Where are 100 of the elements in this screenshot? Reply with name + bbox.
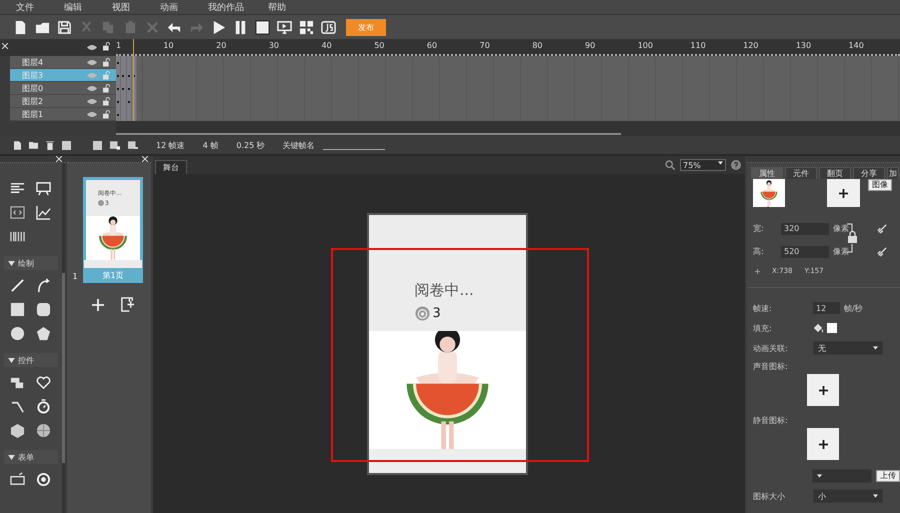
layer-row[interactable]: 图层0 [10, 82, 116, 95]
width-field[interactable]: 320 [781, 222, 829, 234]
line-tool-icon[interactable] [10, 278, 25, 293]
lock-icon[interactable] [103, 58, 111, 66]
stopwatch-tool-icon[interactable] [36, 399, 51, 414]
layer-row[interactable]: 图层1 [10, 108, 116, 121]
mute-icon-label: 静音图标: [753, 414, 789, 426]
frame-cell[interactable] [126, 56, 132, 69]
panel-tab[interactable]: 元件 [785, 167, 817, 179]
timer-icon [414, 306, 430, 320]
text-tool-icon[interactable] [10, 181, 25, 196]
layer-name: 图层1 [21, 108, 44, 120]
scrollbar-thumb[interactable] [62, 273, 65, 463]
add-mute-icon-button[interactable] [807, 428, 839, 460]
arc-tool-icon[interactable] [36, 278, 51, 293]
qrcode-icon[interactable] [298, 18, 315, 36]
caret-icon [8, 454, 15, 460]
add-page-icon[interactable] [120, 297, 135, 312]
layer-name: 图层0 [21, 82, 44, 94]
frame-rate-text: 12 帧速 [156, 140, 185, 150]
heart-tool-icon[interactable] [36, 375, 51, 390]
layer-row[interactable]: 图层2 [10, 95, 116, 108]
icon-size-dropdown[interactable]: 小 [813, 489, 883, 503]
lock-icon[interactable] [103, 42, 111, 51]
new-layer-icon[interactable] [14, 140, 21, 150]
stage-page[interactable]: 阅卷中... 3 [366, 212, 528, 474]
image-button[interactable]: 图像 [868, 179, 892, 191]
layer-name: 图层3 [21, 70, 44, 80]
menu-item[interactable]: 动画 [160, 0, 208, 14]
paint-bucket-icon[interactable] [813, 323, 823, 333]
square-tool-icon[interactable] [10, 302, 25, 317]
radio-tool-icon[interactable] [36, 472, 51, 487]
remove-frame-icon[interactable] [128, 140, 138, 150]
zoom-dropdown[interactable]: 75% [680, 159, 726, 171]
panel-tab[interactable]: 属性 [751, 167, 783, 179]
caret-icon [873, 346, 878, 350]
timer-icon [98, 200, 104, 206]
page-title: 阅卷中... [414, 280, 475, 300]
add-sound-icon-button[interactable] [807, 374, 839, 406]
frame-icon[interactable] [93, 140, 102, 150]
close-icon[interactable] [142, 156, 148, 162]
fill-label: 填充: [753, 322, 773, 334]
lock-icon[interactable] [103, 110, 111, 118]
pentagon-tool-icon[interactable] [36, 326, 51, 341]
ball-tool-icon[interactable] [36, 423, 51, 438]
add-icon[interactable] [92, 298, 104, 310]
section-header[interactable]: 控件 [4, 353, 58, 367]
height-field[interactable]: 520 [781, 246, 829, 258]
caret-icon [8, 358, 15, 362]
plus-icon [839, 188, 848, 198]
panel-tab[interactable]: 加 [887, 167, 899, 179]
caret-icon [817, 474, 822, 478]
help-icon[interactable] [731, 160, 741, 170]
menu-item[interactable]: 视图 [112, 0, 160, 14]
close-icon[interactable] [2, 43, 8, 49]
section-header[interactable]: 绘制 [4, 256, 58, 270]
unit-label: 像素 [833, 246, 849, 257]
lock-icon[interactable] [103, 84, 111, 92]
stop-icon[interactable] [254, 18, 271, 36]
menu-item[interactable]: 我的作品 [208, 0, 268, 14]
search-icon[interactable] [665, 160, 675, 170]
fill-color-swatch[interactable] [827, 323, 837, 333]
animation-link-dropdown[interactable]: 无 [813, 341, 883, 355]
scrollbar-thumb[interactable] [116, 133, 621, 135]
icon-size-label: 图标大小 [753, 490, 786, 502]
preview-icon[interactable] [276, 18, 293, 36]
animation-link-label: 动画关联: [753, 342, 789, 354]
trash-icon[interactable] [46, 140, 54, 150]
frame-count-text: 4 帧 [202, 140, 218, 150]
frame-rate-field[interactable]: 12 [813, 302, 840, 314]
save-icon[interactable] [56, 18, 73, 36]
panel-tab[interactable]: 翻页 [819, 167, 851, 179]
code-tool-icon[interactable] [10, 205, 25, 220]
menu-item[interactable]: 帮助 [268, 0, 316, 14]
layer-row[interactable]: 图层4 [10, 56, 116, 69]
chart-tool-icon[interactable] [36, 205, 51, 220]
input-tool-icon[interactable] [10, 472, 25, 487]
panel-tab[interactable]: 分享 [853, 167, 885, 179]
lock-icon[interactable] [103, 96, 111, 106]
lock-icon[interactable] [847, 223, 859, 253]
layer-name: 图层4 [21, 56, 44, 68]
close-icon[interactable] [56, 156, 62, 162]
script-icon[interactable] [320, 18, 337, 36]
hook-tool-icon[interactable] [10, 399, 25, 414]
frame-ruler[interactable]: 1 10 20 30 40 50 60 70 80 90 100 110 120 130 140 [116, 39, 900, 56]
insert-frame-icon[interactable] [110, 140, 120, 150]
menu-item[interactable]: 文件 [16, 0, 64, 14]
circle-tool-icon[interactable] [10, 326, 25, 341]
add-image-button[interactable] [827, 179, 860, 207]
barcode-tool-icon[interactable] [10, 229, 25, 244]
menu-item[interactable]: 编辑 [64, 0, 112, 14]
upload-button[interactable]: 上传 [876, 470, 900, 482]
folder-icon[interactable] [29, 141, 38, 149]
section-header[interactable]: 表单 [4, 450, 58, 464]
layer-icon[interactable] [62, 140, 71, 150]
slides-tool-icon[interactable] [36, 181, 51, 196]
unit-label: 像素 [833, 223, 849, 234]
frame-cell[interactable] [126, 108, 132, 121]
stage-tab[interactable]: 舞台 [155, 160, 187, 174]
rounded-tool-icon[interactable] [36, 302, 51, 317]
